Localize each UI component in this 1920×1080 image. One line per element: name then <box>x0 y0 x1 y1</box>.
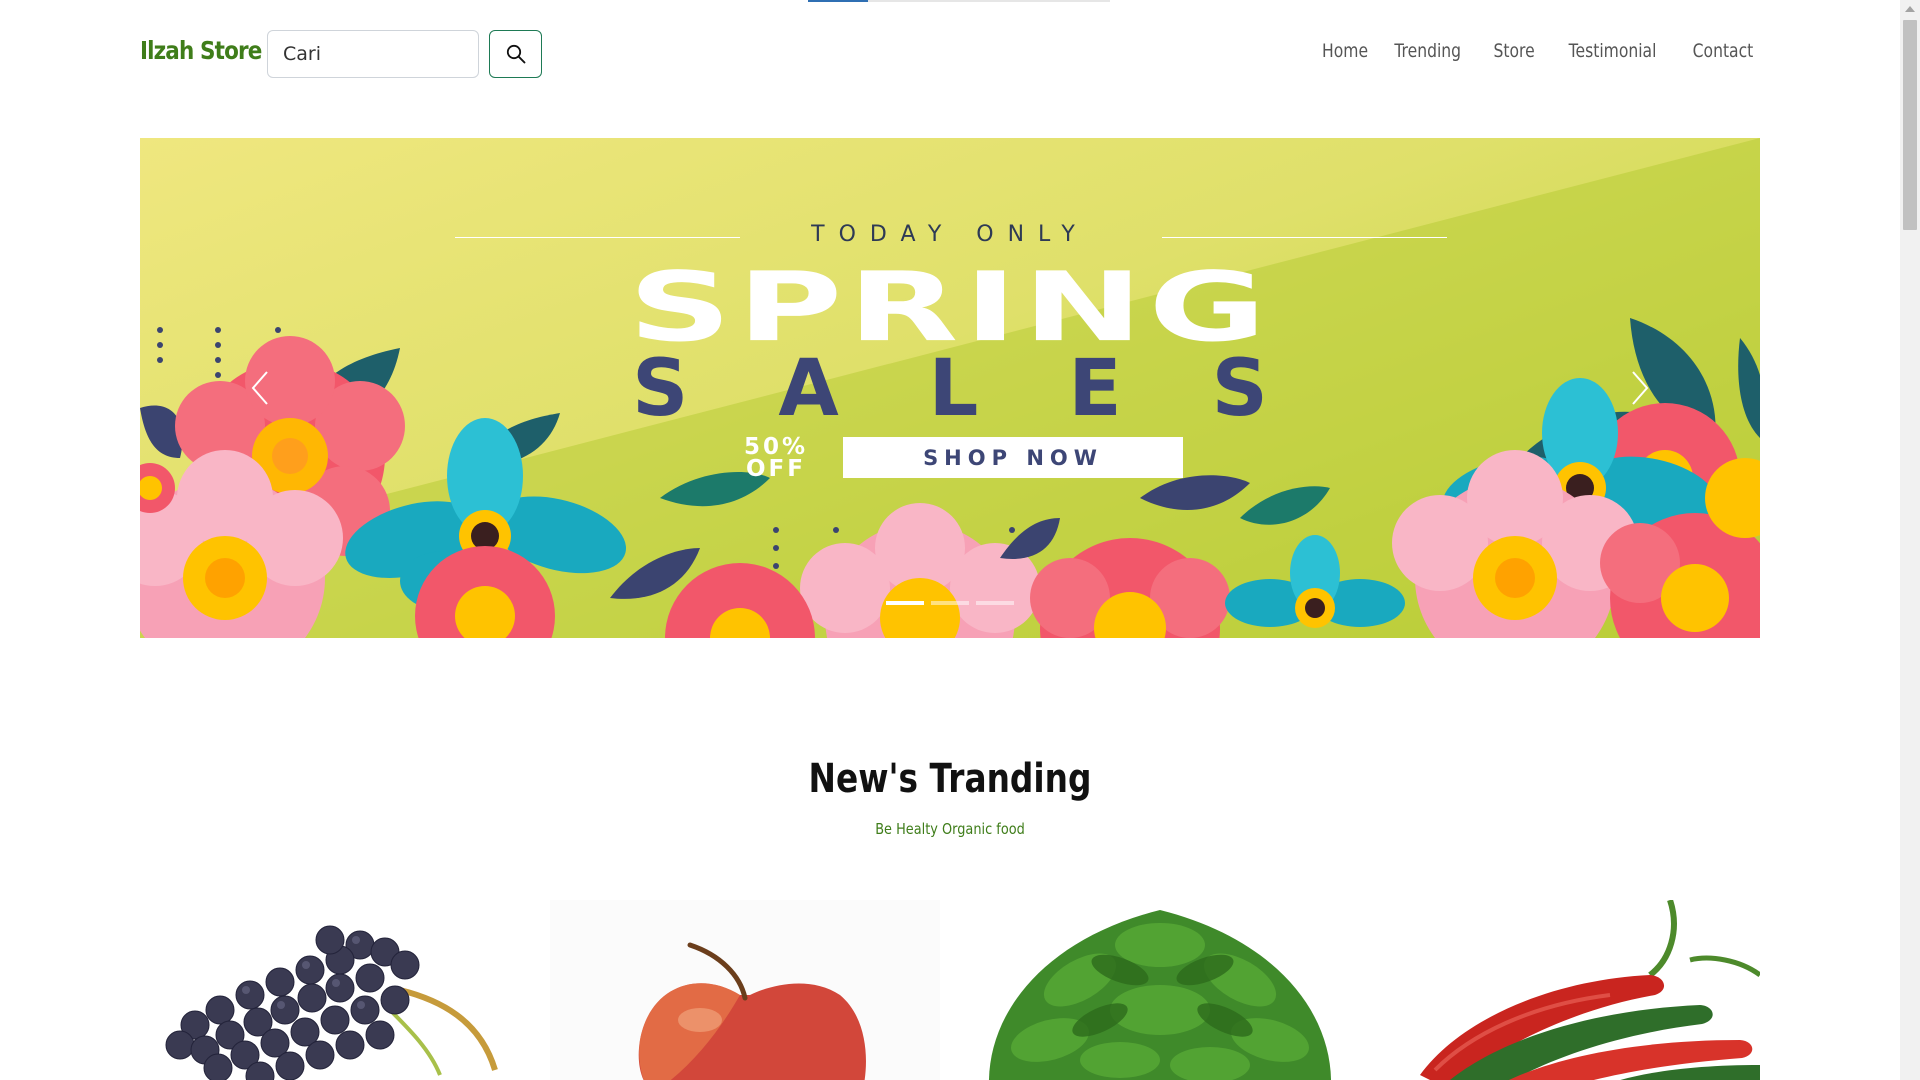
nav-link-store[interactable]: Store <box>1493 40 1534 62</box>
search-icon <box>506 44 525 64</box>
trending-subtitle: Be Healty Organic food <box>875 820 1025 838</box>
product-image-apple[interactable] <box>550 900 940 1080</box>
page-loading-fill <box>808 0 868 2</box>
product-image-spinach[interactable] <box>960 900 1360 1080</box>
product-image-chili-peppers[interactable] <box>1380 900 1760 1080</box>
spinach-image <box>960 900 1360 1080</box>
apple-image <box>550 900 940 1080</box>
product-grid <box>140 900 1760 1080</box>
carousel-indicator-3[interactable] <box>976 601 1014 605</box>
grapes-image <box>140 900 530 1080</box>
carousel-indicators <box>886 601 1014 605</box>
navbar: Ilzah Store Home Trending Store Testimon… <box>140 30 1760 78</box>
carousel-next-button[interactable] <box>1620 358 1660 418</box>
hero-carousel: TODAY ONLY SPRING SALES 50% OFF SHOP NOW <box>140 138 1760 638</box>
shop-now-button[interactable]: SHOP NOW <box>843 437 1183 478</box>
hero-subheadline: SALES <box>632 344 1358 434</box>
hero-kicker: TODAY ONLY <box>811 222 1089 247</box>
chili-peppers-image <box>1380 900 1760 1080</box>
nav-link-testimonial[interactable]: Testimonial <box>1569 40 1657 62</box>
nav-link-contact[interactable]: Contact <box>1693 40 1754 62</box>
hero-discount-suffix: OFF <box>746 456 806 482</box>
chevron-right-icon <box>1632 371 1649 405</box>
page-scrollbar[interactable] <box>1900 0 1920 1080</box>
carousel-prev-button[interactable] <box>240 358 280 418</box>
trending-title: New's Tranding <box>808 756 1092 802</box>
carousel-indicator-1[interactable] <box>886 601 924 605</box>
nav-menu: Home Trending Store Testimonial Contact <box>1317 40 1760 62</box>
carousel-indicator-2[interactable] <box>931 601 969 605</box>
search-button[interactable] <box>489 30 542 78</box>
hero-discount: 50% OFF <box>721 434 831 482</box>
nav-link-trending[interactable]: Trending <box>1395 40 1462 62</box>
scroll-up-icon[interactable] <box>1905 6 1915 12</box>
chevron-left-icon <box>251 371 268 405</box>
product-image-grapes[interactable] <box>140 900 530 1080</box>
scrollbar-thumb[interactable] <box>1903 20 1917 230</box>
page-loading-bar <box>808 0 1110 2</box>
hero-content: TODAY ONLY SPRING SALES 50% OFF SHOP NOW <box>140 138 1760 638</box>
brand-logo[interactable]: Ilzah Store <box>140 36 262 65</box>
nav-link-home[interactable]: Home <box>1322 40 1368 62</box>
search-input[interactable] <box>267 30 479 78</box>
hero-discount-value: 50% <box>743 434 809 460</box>
